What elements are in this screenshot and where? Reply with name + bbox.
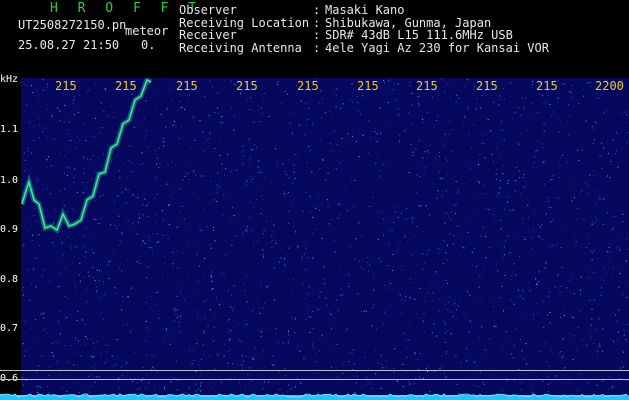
reference-line bbox=[0, 370, 629, 371]
info-row-antenna: Receiving Antenna:4ele Yagi Az 230 for K… bbox=[179, 40, 549, 55]
x-tick-label: 215 bbox=[176, 79, 198, 93]
x-tick-label: 2200 bbox=[595, 79, 624, 93]
y-tick-label: 0.7 bbox=[0, 323, 19, 334]
spectrogram-plot bbox=[21, 78, 629, 400]
info-separator: : bbox=[313, 3, 321, 17]
x-tick-label: 215 bbox=[236, 79, 258, 93]
x-tick-label: 215 bbox=[55, 79, 77, 93]
meteor-trace bbox=[21, 78, 153, 234]
info-key: Receiver bbox=[179, 28, 237, 42]
x-tick-label: 215 bbox=[416, 79, 438, 93]
x-tick-label: 215 bbox=[536, 79, 558, 93]
power-spectrum-strip bbox=[0, 393, 629, 400]
y-tick-label: 1.0 bbox=[0, 175, 19, 186]
file-type-label: meteor bbox=[125, 24, 169, 38]
count-label: 0. bbox=[141, 38, 156, 52]
meteor-trace-glow bbox=[21, 78, 153, 234]
y-tick-label: 1.1 bbox=[0, 124, 19, 135]
info-key: Receiving Antenna bbox=[179, 40, 302, 55]
filename-label: UT2508272150.pn bbox=[18, 18, 127, 32]
x-tick-label: 215 bbox=[357, 79, 379, 93]
info-separator: : bbox=[313, 40, 321, 55]
info-value: 4ele Yagi Az 230 for Kansai VOR bbox=[325, 40, 549, 55]
x-tick-label: 215 bbox=[115, 79, 137, 93]
axis-unit-label: kHz bbox=[0, 74, 19, 85]
x-tick-label: 215 bbox=[476, 79, 498, 93]
timestamp-label: 25.08.27 21:50 bbox=[18, 38, 120, 52]
y-tick-label: 0.9 bbox=[0, 224, 19, 235]
info-key: Observer bbox=[179, 3, 237, 17]
x-tick-label: 215 bbox=[297, 79, 319, 93]
info-separator: : bbox=[313, 28, 321, 42]
header-panel: H R O F F T UT2508272150.pn meteor 25.08… bbox=[0, 0, 629, 76]
station-info: Observer: Masaki Kano Receiving Location:… bbox=[179, 4, 549, 54]
reference-line bbox=[0, 379, 629, 380]
y-tick-label: 0.8 bbox=[0, 274, 19, 285]
